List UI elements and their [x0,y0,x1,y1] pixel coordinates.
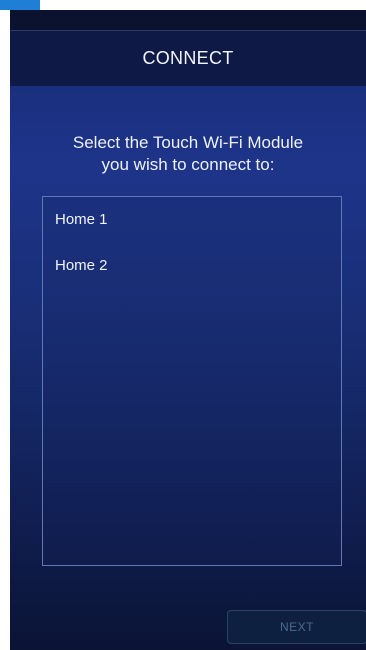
wifi-module-list[interactable]: Home 1 Home 2 [42,196,342,566]
instruction-text: Select the Touch Wi-Fi Module you wish t… [10,132,366,176]
list-item-home-1[interactable]: Home 1 [43,207,341,233]
status-strip [10,10,366,30]
instruction-line-1: Select the Touch Wi-Fi Module [72,133,304,152]
page-title: CONNECT [142,48,234,68]
header-bar: CONNECT [10,30,366,86]
list-item-home-2[interactable]: Home 2 [43,253,341,279]
app-screen: CONNECT Select the Touch Wi-Fi Module yo… [10,10,366,650]
corner-accent-tab [0,0,40,10]
next-button[interactable]: NEXT [227,610,366,644]
next-button-label: NEXT [279,620,314,634]
instruction-line-2: you wish to connect to: [101,155,275,174]
